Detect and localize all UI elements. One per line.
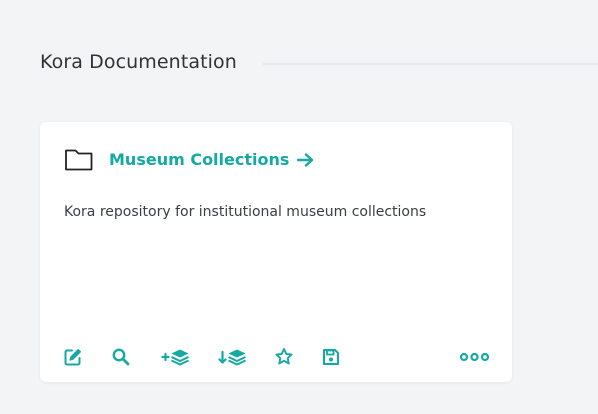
edit-icon[interactable] xyxy=(61,346,85,368)
project-card-header: Museum Collections xyxy=(64,146,314,172)
section-title: Kora Documentation xyxy=(40,51,237,73)
save-icon[interactable] xyxy=(319,346,343,368)
project-description: Kora repository for institutional museum… xyxy=(64,204,427,220)
project-link[interactable]: Museum Collections xyxy=(109,150,314,169)
add-layers-icon[interactable] xyxy=(160,346,192,368)
folder-icon xyxy=(64,146,94,172)
section-divider xyxy=(262,62,598,65)
project-name[interactable]: Museum Collections xyxy=(109,150,289,169)
project-card: Museum Collections Kora repository for i… xyxy=(40,122,512,382)
star-icon[interactable] xyxy=(272,346,296,368)
section-header: Kora Documentation xyxy=(40,47,598,77)
search-icon[interactable] xyxy=(109,346,133,368)
project-actions xyxy=(64,346,494,368)
arrow-right-icon[interactable] xyxy=(297,152,314,167)
more-icon[interactable] xyxy=(458,346,492,368)
import-layers-icon[interactable] xyxy=(217,346,249,368)
